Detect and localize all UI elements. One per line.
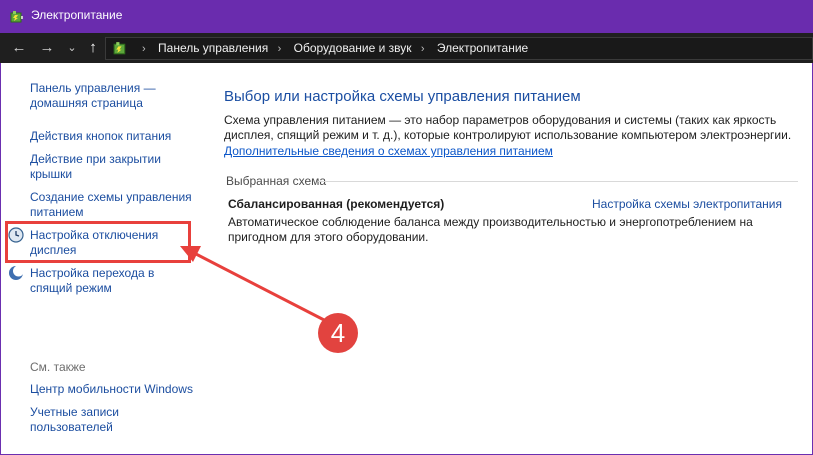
annotation-arrow (180, 246, 329, 324)
step-number-badge: 4 (318, 313, 358, 353)
